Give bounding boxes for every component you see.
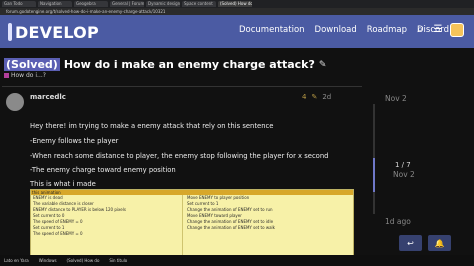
nav-download[interactable]: Download [315, 25, 357, 35]
user-avatar[interactable] [450, 23, 464, 37]
category-color-icon [4, 73, 9, 78]
divider [2, 86, 362, 87]
address-bar[interactable]: forum.godotengine.org/t/solved-how-do-i-… [0, 8, 474, 15]
browser-tab-bar: Gan Todo Navigation Geogebra General | F… [0, 0, 474, 8]
image-right-line: Change the animation of ENEMY set to wal… [187, 225, 275, 230]
image-left-line: The speed of ENEMY = 0 [33, 231, 83, 236]
image-right-column: Move ENEMY to player position Set curren… [185, 195, 353, 260]
post-username[interactable]: marcedlc [30, 93, 66, 101]
reply-button[interactable]: ↩ [399, 235, 422, 251]
taskbar-item[interactable]: Windows [39, 258, 57, 263]
taskbar-item[interactable]: Lato en Yara [4, 258, 29, 263]
browser-tab[interactable]: Geogebra [74, 1, 108, 7]
taskbar: Lato en Yara Windows (Solved) How do Sin… [0, 255, 474, 266]
like-count[interactable]: 4 [302, 93, 306, 101]
pencil-icon[interactable]: ✎ [319, 60, 327, 70]
browser-tab[interactable]: Space content [182, 1, 216, 7]
site-logo[interactable]: DEVELOP [8, 20, 99, 44]
nav-documentation[interactable]: Documentation [239, 25, 305, 35]
event-sheet-image: this animation ENEMY is dead The variabl… [30, 189, 354, 261]
timeline-start-date[interactable]: Nov 2 [385, 94, 407, 103]
edit-pencil-icon[interactable]: ✎ [311, 93, 317, 101]
post-author-avatar[interactable] [6, 93, 24, 111]
browser-tab[interactable]: General | Forum [110, 1, 144, 7]
taskbar-item[interactable]: Sin titulo [109, 258, 127, 263]
solved-badge: (Solved) [4, 58, 60, 71]
post-line: This is what i made [30, 180, 96, 188]
browser-tab[interactable]: Dynamic design [146, 1, 180, 7]
browser-tab[interactable]: Gan Todo [2, 1, 36, 7]
post-line: Hey there! im trying to make a enemy att… [30, 122, 274, 130]
logo-text: DEVELOP [15, 22, 99, 42]
bell-icon: 🔔 [434, 238, 445, 248]
taskbar-item[interactable]: (Solved) How do [67, 258, 100, 263]
timeline-post-count: 1 / 7 [395, 161, 411, 169]
godot-logo-icon [8, 23, 12, 41]
post-line: -Enemy follows the player [30, 137, 119, 145]
post-age[interactable]: 2d [322, 93, 331, 101]
category-link[interactable]: How do i...? [4, 72, 46, 79]
post-meta: 4 ✎ 2d [302, 93, 331, 101]
browser-tab[interactable]: Navigation [38, 1, 72, 7]
url-text: forum.godotengine.org/t/solved-how-do-i-… [6, 9, 166, 14]
search-icon[interactable]: ⌕ [414, 24, 426, 36]
browser-tab-active[interactable]: (Solved) How do i make [218, 1, 252, 7]
nav-roadmap[interactable]: Roadmap [367, 25, 407, 35]
image-left-column: ENEMY is dead The variable distance is c… [31, 195, 183, 260]
post-line: -The enemy charge toward enemy position [30, 166, 176, 174]
menu-icon[interactable]: ☰ [432, 24, 444, 36]
reply-icon: ↩ [407, 238, 414, 248]
timeline-handle[interactable] [373, 158, 375, 192]
topic-title: (Solved) How do i make an enemy charge a… [4, 58, 326, 71]
post-line: -When reach some distance to player, the… [30, 152, 329, 160]
timeline-end-date[interactable]: 1d ago [385, 217, 411, 226]
timeline-current-date: Nov 2 [393, 170, 415, 179]
topic-title-text: How do i make an enemy charge attack? [63, 58, 315, 71]
notification-button[interactable]: 🔔 [428, 235, 451, 251]
category-name: How do i...? [11, 72, 46, 79]
timeline-buttons: ↩ 🔔 [399, 235, 451, 251]
